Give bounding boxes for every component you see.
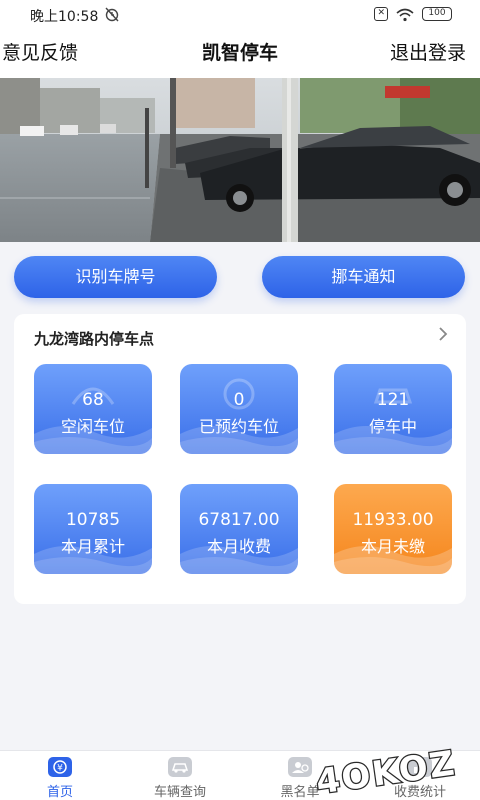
stat-value: 11933.00 [352, 510, 434, 530]
svg-text:¥: ¥ [57, 764, 63, 774]
stat-tile-month-total[interactable]: 10785 本月累计 [34, 484, 152, 574]
nav-vehicle-query[interactable]: 车辆查询 [120, 751, 240, 800]
stat-tile-free-spaces[interactable]: 68 空闲车位 [34, 364, 152, 454]
svg-text:4OKOZ: 4OKOZ [314, 744, 459, 800]
chevron-right-icon[interactable] [438, 326, 448, 346]
wifi-icon [396, 7, 414, 22]
stat-value: 10785 [65, 510, 121, 530]
wave-decoration [334, 425, 452, 454]
stat-value: 121 [376, 390, 410, 410]
home-yuan-icon: ¥ [48, 757, 72, 777]
move-car-notice-button[interactable]: 挪车通知 [262, 256, 465, 298]
stat-tile-month-fees[interactable]: 67817.00 本月收费 [180, 484, 298, 574]
wave-decoration [180, 545, 298, 574]
alarm-off-icon [104, 6, 120, 26]
parking-lot-card: 九龙湾路内停车点 68 空闲车位 0 已预约车位 121 停车中 10785 本… [14, 314, 466, 604]
banner-image [0, 78, 480, 242]
stat-tile-month-unpaid[interactable]: 11933.00 本月未缴 [334, 484, 452, 574]
car-icon [168, 757, 192, 777]
status-bar: 晚上10:58 ✕ 100 [0, 0, 480, 30]
nav-label: 车辆查询 [153, 785, 206, 800]
wave-decoration [334, 545, 452, 574]
stat-value: 0 [233, 390, 245, 410]
stat-value: 67817.00 [198, 510, 280, 530]
wave-decoration [34, 425, 152, 454]
logout-button[interactable]: 退出登录 [390, 38, 466, 65]
wave-decoration [180, 425, 298, 454]
nav-home[interactable]: ¥ 首页 [0, 751, 120, 800]
recognize-plate-button[interactable]: 识别车牌号 [14, 256, 217, 298]
stat-value: 68 [82, 390, 104, 410]
watermark-logo: 4OKOZ [312, 744, 460, 800]
nav-label: 首页 [46, 785, 73, 800]
status-time: 晚上10:58 [30, 9, 99, 25]
stat-tile-parking[interactable]: 121 停车中 [334, 364, 452, 454]
battery-icon: 100 [422, 7, 452, 21]
lot-name[interactable]: 九龙湾路内停车点 [34, 328, 154, 349]
wave-decoration [34, 545, 152, 574]
stat-tile-reserved-spaces[interactable]: 0 已预约车位 [180, 364, 298, 454]
sim-x-icon: ✕ [374, 7, 388, 21]
feedback-button[interactable]: 意见反馈 [2, 38, 78, 65]
app-header: 凯智停车 意见反馈 退出登录 [0, 30, 480, 78]
